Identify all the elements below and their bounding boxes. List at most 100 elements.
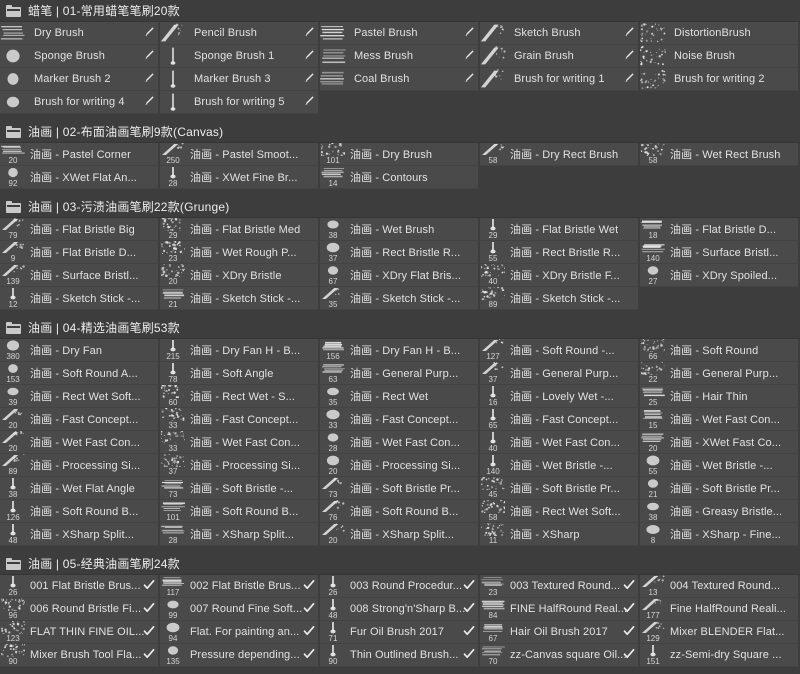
group-header-g01[interactable]: 蜡笔 | 01-常用蜡笔笔刷20款 (0, 0, 800, 22)
brush-preset-item[interactable]: 12油画 - Sketch Stick -... (0, 287, 160, 310)
brush-preset-item[interactable]: 84FINE HalfRound Real... (480, 598, 640, 621)
brush-preset-item[interactable]: 20油画 - Processing Si... (320, 454, 480, 477)
brush-preset-item[interactable]: 21油画 - Sketch Stick -... (160, 287, 320, 310)
brush-preset-item[interactable]: 78油画 - Soft Angle (160, 362, 320, 385)
group-header-g05[interactable]: 油画 | 05-经典油画笔刷24款 (0, 553, 800, 575)
brush-preset-item[interactable]: 151zz-Semi-dry Square ... (640, 644, 800, 667)
brush-preset-item[interactable]: 45油画 - Soft Bristle Pr... (480, 477, 640, 500)
brush-preset-item[interactable]: 135Pressure depending... (160, 644, 320, 667)
brush-preset-item[interactable]: 129Mixer BLENDER Flat... (640, 621, 800, 644)
brush-preset-item[interactable]: 28油画 - XSharp Split... (160, 523, 320, 546)
brush-preset-item[interactable]: Sponge Brush (0, 45, 160, 68)
brush-preset-item[interactable]: 101油画 - Soft Round B... (160, 500, 320, 523)
brush-preset-item[interactable]: 33油画 - Wet Fast Con... (160, 431, 320, 454)
brush-preset-item[interactable]: 29油画 - Flat Bristle Med (160, 218, 320, 241)
brush-preset-item[interactable]: Brush for writing 2 (640, 68, 800, 91)
brush-preset-item[interactable]: 26003 Round Procedur... (320, 575, 480, 598)
brush-preset-item[interactable]: 20油画 - Wet Fast Con... (0, 431, 160, 454)
brush-preset-item[interactable]: Brush for writing 1 (480, 68, 640, 91)
brush-preset-item[interactable]: Marker Brush 2 (0, 68, 160, 91)
brush-preset-item[interactable]: 48008 Strong'n'Sharp B... (320, 598, 480, 621)
brush-preset-item[interactable]: Sponge Brush 1 (160, 45, 320, 68)
brush-preset-item[interactable]: 55油画 - Wet Bristle -... (640, 454, 800, 477)
brush-preset-item[interactable]: 250油画 - Pastel Smoot... (160, 143, 320, 166)
brush-preset-item[interactable]: 58油画 - Dry Rect Brush (480, 143, 640, 166)
brush-preset-item[interactable]: 9油画 - Flat Bristle D... (0, 241, 160, 264)
brush-preset-item[interactable]: 13004 Textured Round... (640, 575, 800, 598)
brush-preset-item[interactable]: 16油画 - Lovely Wet -... (480, 385, 640, 408)
brush-preset-item[interactable]: 23油画 - Wet Rough P... (160, 241, 320, 264)
brush-preset-item[interactable]: 89油画 - Sketch Stick -... (480, 287, 640, 310)
brush-preset-item[interactable]: 153油画 - Soft Round A... (0, 362, 160, 385)
brush-preset-item[interactable]: 8油画 - XSharp - Fine... (640, 523, 800, 546)
brush-preset-item[interactable]: 63油画 - General Purp... (320, 362, 480, 385)
brush-preset-item[interactable]: 92油画 - XWet Flat An... (0, 166, 160, 189)
brush-preset-item[interactable]: 20油画 - XSharp Split... (320, 523, 480, 546)
brush-preset-item[interactable]: 33油画 - Fast Concept... (320, 408, 480, 431)
brush-preset-item[interactable]: 37油画 - Processing Si... (160, 454, 320, 477)
brush-preset-item[interactable]: 139油画 - Surface Bristl... (0, 264, 160, 287)
brush-preset-item[interactable]: Sketch Brush (480, 22, 640, 45)
brush-preset-item[interactable]: 89油画 - Processing Si... (0, 454, 160, 477)
brush-preset-item[interactable]: 177Fine HalfRound Reali... (640, 598, 800, 621)
brush-preset-item[interactable]: 40油画 - XDry Bristle F... (480, 264, 640, 287)
brush-preset-item[interactable]: 39油画 - Rect Wet Soft... (0, 385, 160, 408)
brush-preset-item[interactable]: 35油画 - Rect Wet (320, 385, 480, 408)
brush-preset-item[interactable]: Brush for writing 5 (160, 91, 320, 114)
brush-preset-item[interactable]: 29油画 - Flat Bristle Wet (480, 218, 640, 241)
brush-preset-item[interactable]: Dry Brush (0, 22, 160, 45)
brush-preset-item[interactable]: 90Mixer Brush Tool Fla... (0, 644, 160, 667)
brush-preset-item[interactable]: 21油画 - Soft Bristle Pr... (640, 477, 800, 500)
brush-preset-item[interactable]: 67Hair Oil Brush 2017 (480, 621, 640, 644)
brush-preset-item[interactable]: Pastel Brush (320, 22, 480, 45)
brush-preset-item[interactable]: 71Fur Oil Brush 2017 (320, 621, 480, 644)
brush-preset-item[interactable]: Mess Brush (320, 45, 480, 68)
brush-preset-item[interactable]: 67油画 - XDry Flat Bris... (320, 264, 480, 287)
group-header-g04[interactable]: 油画 | 04-精选油画笔刷53款 (0, 317, 800, 339)
brush-preset-item[interactable]: 58油画 - Rect Wet Soft... (480, 500, 640, 523)
brush-preset-item[interactable]: 38油画 - Wet Brush (320, 218, 480, 241)
brush-preset-item[interactable]: 90Thin Outlined Brush... (320, 644, 480, 667)
brush-preset-item[interactable]: 14油画 - Contours (320, 166, 480, 189)
brush-preset-item[interactable]: 38油画 - Wet Flat Angle (0, 477, 160, 500)
brush-preset-item[interactable]: 26001 Flat Bristle Brus... (0, 575, 160, 598)
brush-preset-item[interactable]: 27油画 - XDry Spoiled... (640, 264, 800, 287)
brush-preset-item[interactable]: 20油画 - XDry Bristle (160, 264, 320, 287)
brush-preset-item[interactable]: 38油画 - Greasy Bristle... (640, 500, 800, 523)
brush-preset-item[interactable]: 11油画 - XSharp (480, 523, 640, 546)
brush-preset-item[interactable]: Pencil Brush (160, 22, 320, 45)
brush-preset-item[interactable]: DistortionBrush (640, 22, 800, 45)
brush-preset-item[interactable]: 99007 Round Fine Soft... (160, 598, 320, 621)
brush-preset-item[interactable]: 101油画 - Dry Brush (320, 143, 480, 166)
brush-preset-item[interactable]: 76油画 - Soft Round B... (320, 500, 480, 523)
brush-preset-item[interactable]: 37油画 - General Purp... (480, 362, 640, 385)
brush-preset-item[interactable]: Noise Brush (640, 45, 800, 68)
brush-preset-item[interactable]: 380油画 - Dry Fan (0, 339, 160, 362)
brush-preset-item[interactable]: 65油画 - Fast Concept... (480, 408, 640, 431)
brush-preset-item[interactable]: 79油画 - Flat Bristle Big (0, 218, 160, 241)
brush-preset-item[interactable]: 37油画 - Rect Bristle R... (320, 241, 480, 264)
brush-preset-item[interactable]: 73油画 - Soft Bristle Pr... (320, 477, 480, 500)
brush-preset-item[interactable]: 73油画 - Soft Bristle -... (160, 477, 320, 500)
brush-preset-item[interactable]: 22油画 - General Purp... (640, 362, 800, 385)
brush-preset-item[interactable]: 20油画 - XWet Fast Co... (640, 431, 800, 454)
brush-preset-item[interactable]: 20油画 - Pastel Corner (0, 143, 160, 166)
brush-preset-item[interactable]: 55油画 - Rect Bristle R... (480, 241, 640, 264)
brush-preset-item[interactable]: 126油画 - Soft Round B... (0, 500, 160, 523)
brush-preset-item[interactable]: Grain Brush (480, 45, 640, 68)
brush-preset-item[interactable]: Brush for writing 4 (0, 91, 160, 114)
brush-preset-item[interactable]: 28油画 - XWet Fine Br... (160, 166, 320, 189)
brush-preset-item[interactable]: 215油画 - Dry Fan H - B... (160, 339, 320, 362)
brush-preset-item[interactable]: 60油画 - Rect Wet - S... (160, 385, 320, 408)
brush-preset-item[interactable]: 66油画 - Soft Round (640, 339, 800, 362)
brush-preset-item[interactable]: 156油画 - Dry Fan H - B... (320, 339, 480, 362)
brush-preset-item[interactable]: Coal Brush (320, 68, 480, 91)
brush-preset-item[interactable]: 18油画 - Flat Bristle D... (640, 218, 800, 241)
brush-preset-item[interactable]: 20油画 - Fast Concept... (0, 408, 160, 431)
brush-preset-item[interactable]: 40油画 - Wet Fast Con... (480, 431, 640, 454)
group-header-g02[interactable]: 油画 | 02-布面油画笔刷9款(Canvas) (0, 121, 800, 143)
brush-preset-item[interactable]: 33油画 - Fast Concept... (160, 408, 320, 431)
brush-preset-item[interactable]: 140油画 - Surface Bristl... (640, 241, 800, 264)
brush-preset-item[interactable]: 23003 Textured Round... (480, 575, 640, 598)
brush-preset-item[interactable]: 15油画 - Wet Fast Con... (640, 408, 800, 431)
